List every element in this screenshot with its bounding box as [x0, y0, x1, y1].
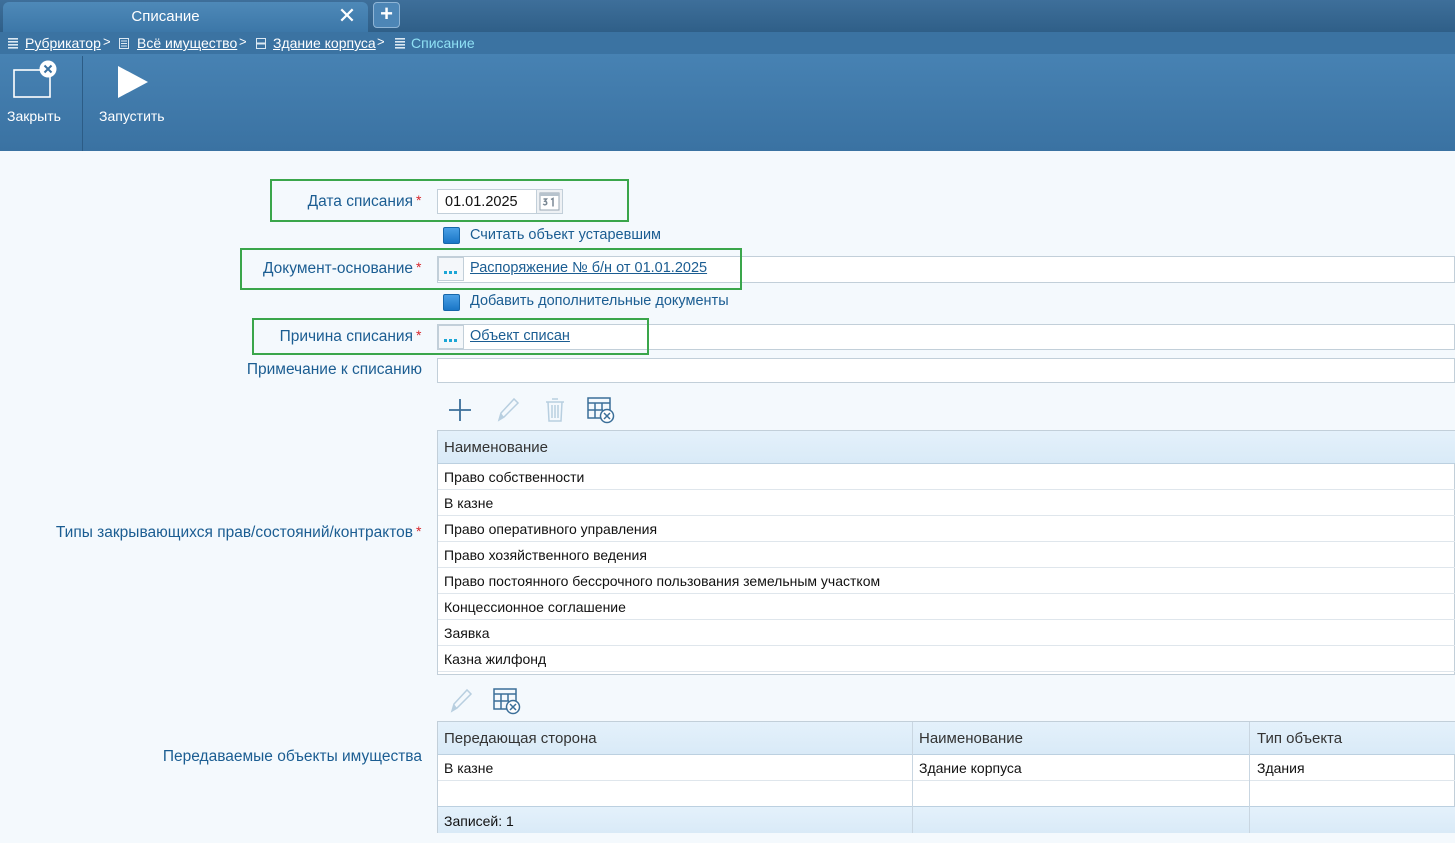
- column-header-sender[interactable]: Передающая сторона: [444, 730, 597, 747]
- toolbar: Закрыть Запустить: [0, 54, 1455, 151]
- breadcrumb-separator: >: [377, 34, 385, 49]
- ellipsis-icon: [444, 339, 447, 342]
- close-tab-icon[interactable]: ✕: [336, 5, 358, 28]
- rights-types-grid: Наименование Право собственности В казне…: [437, 430, 1455, 675]
- add-icon[interactable]: [446, 396, 474, 424]
- table-cell: Право оперативного управления: [444, 521, 658, 537]
- list-icon: [8, 38, 18, 49]
- breadcrumb-all-property[interactable]: Всё имущество: [137, 35, 237, 51]
- obsolete-checkbox[interactable]: [443, 227, 460, 244]
- basis-document-label: Документ-основание: [263, 260, 413, 277]
- grid-header: Передающая сторона Наименование Тип объе…: [438, 722, 1455, 755]
- table-settings-icon[interactable]: [587, 396, 615, 424]
- book-icon: [119, 38, 129, 49]
- table-row[interactable]: В казне Здание корпуса Здания: [438, 755, 1455, 781]
- breadcrumb-separator: >: [103, 34, 111, 49]
- breadcrumb-building[interactable]: Здание корпуса: [273, 35, 376, 51]
- toolbar-divider: [82, 56, 83, 151]
- table-row[interactable]: Право хозяйственного ведения: [438, 542, 1455, 568]
- objects-grid: Передающая сторона Наименование Тип объе…: [437, 721, 1455, 833]
- grid-header: Наименование: [438, 431, 1455, 464]
- table-cell: Здание корпуса: [919, 760, 1022, 776]
- close-window-icon: [13, 60, 57, 98]
- note-input[interactable]: [437, 358, 1455, 383]
- delete-trash-icon[interactable]: [541, 396, 569, 424]
- table-cell: Заявка: [444, 625, 490, 641]
- breadcrumb-current: Списание: [411, 35, 475, 51]
- table-cell: Право хозяйственного ведения: [444, 547, 647, 563]
- table-cell: В казне: [444, 495, 494, 511]
- basis-document-link[interactable]: Распоряжение № б/н от 01.01.2025: [470, 260, 707, 276]
- required-mark: *: [416, 192, 422, 208]
- table-row[interactable]: Казна жилфонд: [438, 646, 1455, 672]
- play-icon: [118, 66, 148, 98]
- reason-link[interactable]: Объект списан: [470, 328, 570, 344]
- close-button-label: Закрыть: [7, 108, 61, 124]
- required-mark: *: [416, 523, 422, 539]
- reason-select-button[interactable]: [438, 325, 464, 349]
- column-header-name[interactable]: Наименование: [444, 439, 548, 456]
- run-button[interactable]: Запустить: [84, 54, 179, 151]
- edit-pencil-icon[interactable]: [446, 687, 474, 715]
- writeoff-date-input[interactable]: 01.01.2025: [437, 189, 537, 214]
- required-mark: *: [416, 259, 422, 275]
- writeoff-date-value: 01.01.2025: [445, 194, 518, 210]
- add-tab-button[interactable]: +: [373, 2, 400, 28]
- table-row[interactable]: Право собственности: [438, 464, 1455, 490]
- table-row-empty: [438, 781, 1455, 807]
- column-divider[interactable]: [912, 722, 913, 833]
- list-icon: [395, 38, 405, 49]
- table-row[interactable]: Право постоянного бессрочного пользовани…: [438, 568, 1455, 594]
- reason-label: Причина списания: [279, 328, 413, 345]
- tab-spisanie[interactable]: Списание ✕: [3, 2, 368, 32]
- edit-pencil-icon[interactable]: [493, 396, 521, 424]
- table-cell: Концессионное соглашение: [444, 599, 626, 615]
- table-row[interactable]: В казне: [438, 490, 1455, 516]
- ellipsis-icon: [444, 271, 447, 274]
- writeoff-date-label: Дата списания: [307, 193, 413, 210]
- column-header-name[interactable]: Наименование: [919, 730, 1023, 747]
- table-row[interactable]: Концессионное соглашение: [438, 594, 1455, 620]
- obsolete-checkbox-label: Считать объект устаревшим: [470, 227, 662, 243]
- required-mark: *: [416, 327, 422, 343]
- table-cell: Здания: [1257, 760, 1305, 776]
- column-header-type[interactable]: Тип объекта: [1257, 730, 1342, 747]
- column-divider[interactable]: [1249, 722, 1250, 833]
- basis-document-select-button[interactable]: [438, 257, 464, 281]
- grid-footer: Записей: 1: [438, 806, 1455, 833]
- objects-label: Передаваемые объекты имущества: [162, 748, 422, 765]
- table-row[interactable]: Заявка: [438, 620, 1455, 646]
- table-settings-icon[interactable]: [493, 687, 521, 715]
- rights-types-label: Типы закрывающихся прав/состояний/контра…: [55, 524, 413, 541]
- breadcrumb: Рубрикатор > Всё имущество > Здание корп…: [0, 32, 1455, 54]
- tab-title: Списание: [131, 8, 200, 25]
- calendar-button[interactable]: [536, 189, 563, 214]
- breadcrumb-rubrikator[interactable]: Рубрикатор: [25, 35, 101, 51]
- add-documents-checkbox-label: Добавить дополнительные документы: [470, 293, 729, 309]
- table-cell: Право собственности: [444, 469, 585, 485]
- note-label: Примечание к списанию: [246, 361, 422, 378]
- breadcrumb-separator: >: [239, 34, 247, 49]
- table-cell: Право постоянного бессрочного пользовани…: [444, 573, 881, 589]
- building-icon: [256, 38, 266, 49]
- close-button[interactable]: Закрыть: [0, 54, 82, 151]
- table-cell: Казна жилфонд: [444, 651, 547, 667]
- add-documents-checkbox[interactable]: [443, 294, 460, 311]
- table-row[interactable]: Право оперативного управления: [438, 516, 1455, 542]
- tab-bar: Списание ✕ +: [0, 0, 1455, 32]
- records-count: Записей: 1: [444, 813, 514, 829]
- calendar-icon: [539, 192, 560, 211]
- run-button-label: Запустить: [99, 108, 165, 124]
- table-cell: В казне: [444, 760, 494, 776]
